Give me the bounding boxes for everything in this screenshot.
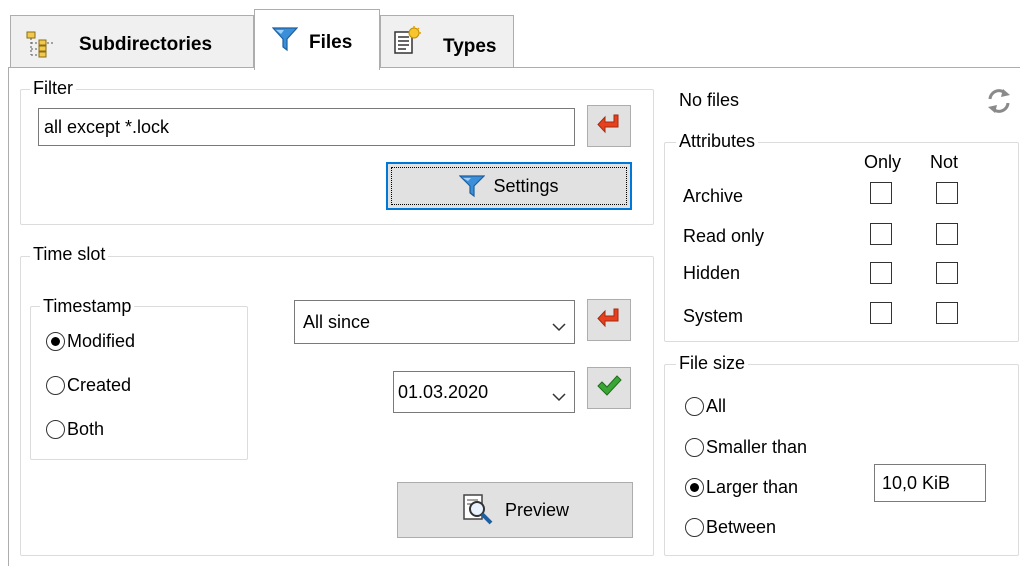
- radio-label: Larger than: [706, 477, 799, 497]
- confirm-date-button[interactable]: [587, 367, 631, 409]
- radio-button[interactable]: [46, 376, 65, 395]
- tab-panel-border: [8, 67, 1020, 68]
- read-only-only-checkbox[interactable]: [870, 223, 892, 245]
- radio-button[interactable]: [685, 518, 704, 537]
- time-range-value: All since: [303, 311, 371, 332]
- tab-label: Files: [309, 32, 353, 53]
- document-types-icon: [392, 26, 422, 62]
- chevron-down-icon: [552, 386, 566, 407]
- radio-button[interactable]: [46, 332, 65, 351]
- chevron-down-icon: [552, 316, 566, 337]
- attributes-group-title: Attributes: [676, 131, 759, 152]
- filter-group-title: Filter: [30, 78, 76, 99]
- archive-not-checkbox[interactable]: [936, 182, 958, 204]
- radio-size-larger[interactable]: Larger than: [685, 477, 798, 498]
- funnel-icon: [271, 26, 299, 58]
- radio-button[interactable]: [685, 438, 704, 457]
- column-header-not: Not: [930, 152, 959, 172]
- refresh-icon[interactable]: [985, 86, 1013, 121]
- radio-label: Between: [706, 517, 777, 537]
- read-only-not-checkbox[interactable]: [936, 223, 958, 245]
- tab-types[interactable]: Types: [380, 15, 514, 68]
- radio-label: Smaller than: [706, 437, 808, 457]
- preview-button[interactable]: Preview: [397, 482, 633, 538]
- timestamp-group-title: Timestamp: [40, 296, 135, 317]
- tab-strip: Subdirectories Files Types: [0, 0, 1024, 70]
- tab-files[interactable]: Files: [254, 9, 380, 70]
- radio-modified[interactable]: Modified: [46, 331, 135, 352]
- time-range-select[interactable]: All since: [294, 300, 575, 344]
- radio-size-between[interactable]: Between: [685, 517, 776, 538]
- radio-label: Created: [67, 375, 132, 395]
- radio-label: All: [706, 396, 727, 416]
- radio-label: Modified: [67, 331, 136, 351]
- radio-button[interactable]: [46, 420, 65, 439]
- tab-label: Subdirectories: [79, 34, 213, 55]
- apply-time-range-button[interactable]: [587, 299, 631, 341]
- radio-button[interactable]: [685, 478, 704, 497]
- preview-label: Preview: [504, 499, 570, 520]
- system-only-checkbox[interactable]: [870, 302, 892, 324]
- hidden-not-checkbox[interactable]: [936, 262, 958, 284]
- time-slot-group-title: Time slot: [30, 244, 109, 265]
- radio-button[interactable]: [685, 397, 704, 416]
- tree-icon: [25, 30, 55, 64]
- hidden-only-checkbox[interactable]: [870, 262, 892, 284]
- attribute-label-system: System: [683, 306, 744, 326]
- radio-size-all[interactable]: All: [685, 396, 726, 417]
- filter-input[interactable]: all except *.lock: [38, 108, 575, 146]
- file-size-input[interactable]: 10,0 KiB: [874, 464, 986, 502]
- settings-button[interactable]: Settings: [386, 162, 632, 210]
- tab-label: Types: [443, 36, 497, 57]
- attribute-label-archive: Archive: [683, 186, 744, 206]
- radio-created[interactable]: Created: [46, 375, 131, 396]
- radio-both[interactable]: Both: [46, 419, 104, 440]
- tab-subdirectories[interactable]: Subdirectories: [10, 15, 254, 68]
- radio-size-smaller[interactable]: Smaller than: [685, 437, 807, 458]
- attribute-label-read-only: Read only: [683, 226, 765, 246]
- date-picker[interactable]: 01.03.2020: [393, 371, 575, 413]
- enter-arrow-icon: [596, 113, 622, 140]
- funnel-icon: [459, 174, 486, 198]
- date-value: 01.03.2020: [398, 381, 489, 402]
- file-size-group-title: File size: [676, 353, 749, 374]
- column-header-only: Only: [864, 152, 902, 172]
- enter-arrow-icon: [596, 307, 622, 334]
- checkmark-icon: [596, 374, 622, 403]
- system-not-checkbox[interactable]: [936, 302, 958, 324]
- status-text: No files: [679, 90, 740, 110]
- preview-magnifier-icon: [461, 493, 495, 527]
- attribute-label-hidden: Hidden: [683, 263, 741, 283]
- radio-label: Both: [67, 419, 105, 439]
- tab-panel-border-left: [8, 67, 9, 566]
- archive-only-checkbox[interactable]: [870, 182, 892, 204]
- settings-label: Settings: [493, 175, 559, 196]
- apply-filter-button[interactable]: [587, 105, 631, 147]
